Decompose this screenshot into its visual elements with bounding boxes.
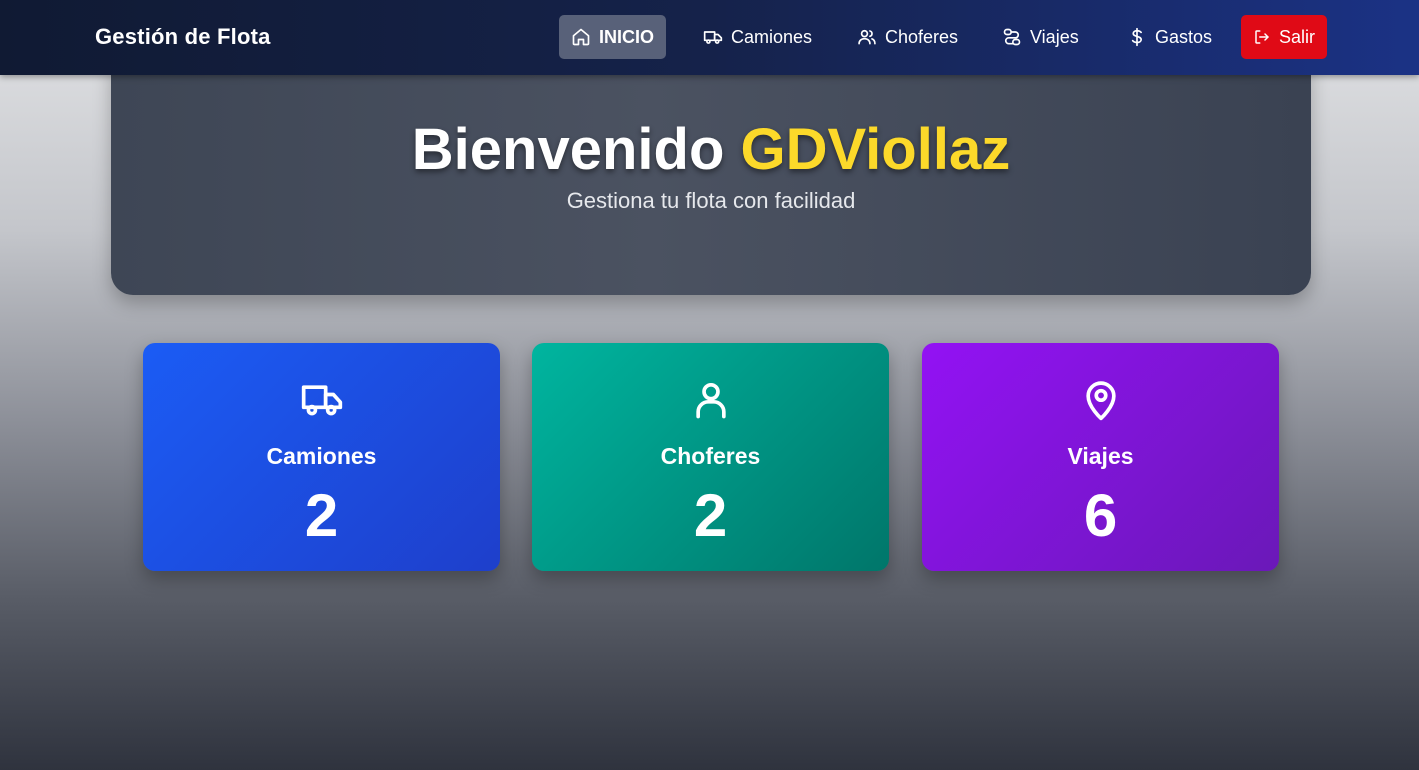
- stat-label: Viajes: [1067, 443, 1134, 469]
- nav-inicio[interactable]: INICIO: [559, 15, 666, 59]
- welcome-greeting: Bienvenido: [411, 117, 725, 182]
- nav-inicio-label: INICIO: [598, 26, 654, 47]
- brand-title[interactable]: Gestión de Flota: [95, 24, 271, 50]
- nav-gastos-label: Gastos: [1155, 26, 1213, 47]
- map-pin-icon: [1085, 381, 1116, 421]
- stat-card-viajes[interactable]: Viajes 6: [922, 343, 1279, 571]
- nav-choferes-label: Choferes: [885, 26, 959, 47]
- stat-card-choferes[interactable]: Choferes 2: [532, 343, 889, 571]
- nav-viajes[interactable]: Viajes: [990, 15, 1091, 59]
- stat-count: 6: [1083, 482, 1118, 549]
- nav-camiones[interactable]: Camiones: [691, 15, 824, 59]
- stat-count: 2: [693, 482, 728, 549]
- route-icon: [1003, 28, 1021, 46]
- stat-label: Camiones: [266, 443, 377, 469]
- welcome-banner: Bienvenido GDViollaz Gestiona tu flota c…: [111, 60, 1311, 295]
- truck-icon: [703, 31, 723, 44]
- users-icon: [858, 29, 876, 45]
- top-navbar: Gestión de Flota INICIO Camiones Chofere…: [0, 0, 1419, 75]
- user-icon: [695, 382, 726, 419]
- stat-card-camiones[interactable]: Camiones 2: [143, 343, 500, 571]
- logout-button[interactable]: Salir: [1241, 15, 1327, 59]
- stat-label: Choferes: [660, 443, 761, 469]
- welcome-username: GDViollaz: [740, 117, 1011, 182]
- nav-choferes[interactable]: Choferes: [845, 15, 970, 59]
- nav-gastos[interactable]: Gastos: [1115, 15, 1224, 59]
- logout-icon: [1255, 30, 1269, 44]
- home-icon: [572, 28, 590, 46]
- nav-viajes-label: Viajes: [1030, 26, 1079, 47]
- dollar-icon: [1131, 27, 1142, 47]
- logout-label: Salir: [1278, 26, 1315, 47]
- truck-icon: [301, 385, 342, 416]
- nav-camiones-label: Camiones: [731, 26, 813, 47]
- welcome-heading: Bienvenido GDViollaz: [111, 116, 1311, 183]
- welcome-subtitle: Gestiona tu flota con facilidad: [566, 188, 856, 213]
- stat-count: 2: [304, 482, 339, 549]
